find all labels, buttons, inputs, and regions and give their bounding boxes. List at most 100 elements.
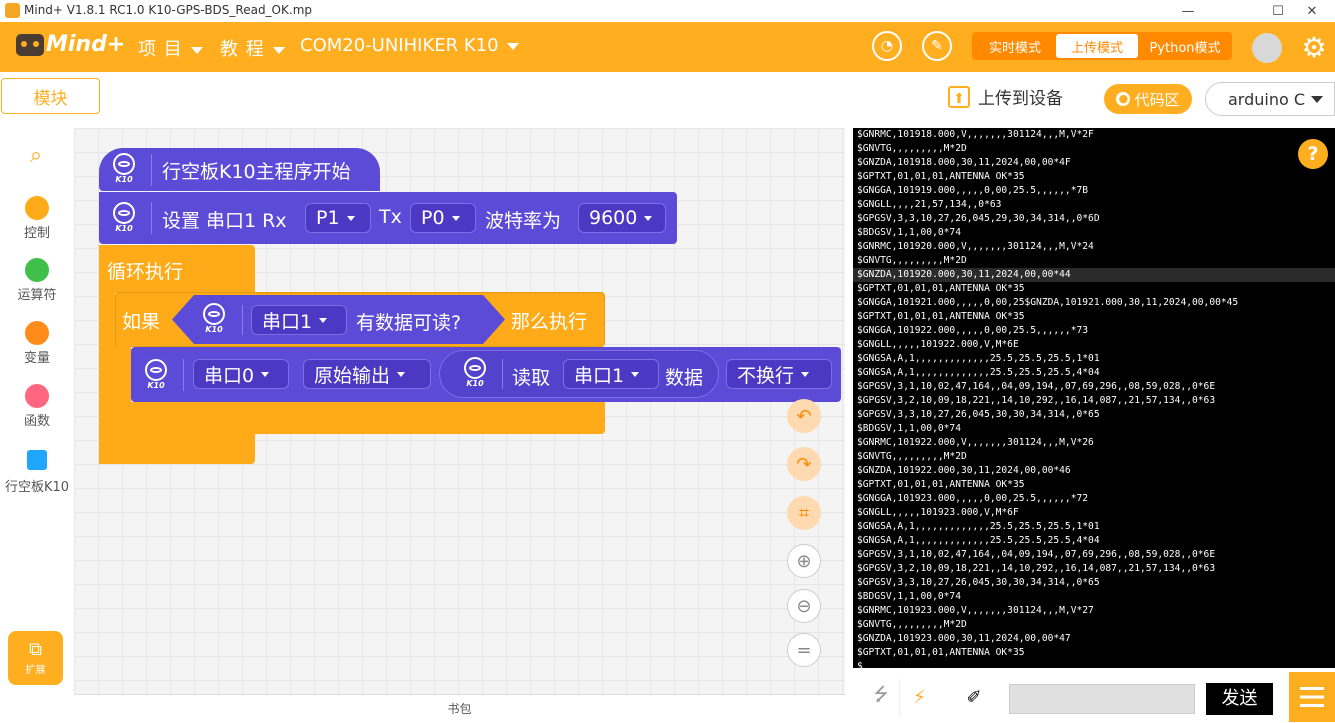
serial-line: $GNRMC,101920.000,V,,,,,,,301124,,,M,V*2… bbox=[857, 241, 1094, 252]
chevron-down-icon bbox=[346, 215, 355, 221]
serial-monitor-output[interactable]: $GNRMC,101918.000,V,,,,,,,301124,,,M,V*2… bbox=[853, 128, 1335, 668]
k10-icon: K10 bbox=[107, 202, 141, 240]
edit-icon[interactable]: ✎ bbox=[922, 31, 952, 61]
main-program-label: 行空板K10主程序开始 bbox=[162, 161, 351, 183]
serial-line: $GNGSA,A,1,,,,,,,,,,,,,25.5,25.5,25.5,1*… bbox=[857, 521, 1100, 532]
chevron-down-icon bbox=[261, 371, 270, 377]
menu-list-icon[interactable] bbox=[1289, 672, 1335, 722]
tx-pin-dropdown[interactable]: P0 bbox=[410, 203, 476, 233]
window-titlebar: Mind+ V1.8.1 RC1.0 K10-GPS-BDS_Read_OK.m… bbox=[0, 0, 1335, 22]
has-data-label: 有数据可读? bbox=[356, 312, 462, 334]
category-sidebar: ⌕ 控制 运算符 变量 函数 行空板K10 ⧉ 扩展 bbox=[0, 128, 75, 722]
serial-read-reporter[interactable]: K10 读取 串口1 数据 bbox=[439, 350, 719, 398]
rx-pin-dropdown[interactable]: P1 bbox=[305, 203, 371, 233]
serial-line: $GNGGA,101922.000,,,,,0,00,25.5,,,,,,*73 bbox=[857, 325, 1089, 336]
tx-label: Tx bbox=[379, 206, 402, 228]
serial-line: $GPGSV,3,1,10,02,47,164,,04,09,194,,07,6… bbox=[857, 381, 1216, 392]
serial-raw-output-block[interactable]: K10 串口0 原始输出 K10 读取 串口1 数据 不换行 bbox=[131, 347, 841, 402]
baud-rate-dropdown[interactable]: 9600 bbox=[578, 203, 666, 233]
blocks-tab[interactable]: 模块 bbox=[1, 78, 100, 114]
serial-line: $GNGSA,A,1,,,,,,,,,,,,,25.5,25.5,25.5,1*… bbox=[857, 353, 1100, 364]
main-program-block[interactable]: K10 行空板K10主程序开始 bbox=[99, 148, 380, 191]
forever-loop-block[interactable]: 循环执行 bbox=[99, 245, 255, 293]
serial-line: $GNRMC,101918.000,V,,,,,,,301124,,,M,V*2… bbox=[857, 129, 1094, 140]
undo-icon[interactable]: ↶ bbox=[787, 399, 821, 433]
code-area-button[interactable]: ● 代码区 bbox=[1104, 84, 1192, 114]
app-icon bbox=[5, 3, 20, 18]
category-operators[interactable]: 运算符 bbox=[0, 258, 74, 303]
top-menu-bar: Mind+ 项 目 教 程 COM20-UNIHIKER K10 ◔ ✎ 实时模… bbox=[0, 22, 1335, 72]
serial-line: $GNRMC,101923.000,V,,,,,,,301124,,,M,V*2… bbox=[857, 605, 1094, 616]
category-functions[interactable]: 函数 bbox=[0, 384, 74, 429]
redo-icon[interactable]: ↷ bbox=[787, 447, 821, 481]
chevron-down-icon bbox=[451, 215, 460, 221]
zoom-reset-icon[interactable]: = bbox=[787, 633, 821, 667]
read-serial-dropdown[interactable]: 串口1 bbox=[563, 359, 659, 389]
loop-label: 循环执行 bbox=[107, 261, 184, 283]
serial-line: $GNGLL,,,,,101923.000,V,M*6F bbox=[857, 507, 1019, 518]
serial-line: $GPTXT,01,01,01,ANTENNA OK*35 bbox=[857, 311, 1025, 322]
usb-disconnect-icon[interactable]: ⚡ bbox=[899, 678, 939, 716]
category-variables[interactable]: 变量 bbox=[0, 321, 74, 366]
serial-line: $ bbox=[857, 661, 863, 668]
zoom-out-icon[interactable]: ⊖ bbox=[787, 589, 821, 623]
serial-line: $GNZDA,101920.000,30,11,2024,00,00*44 bbox=[857, 269, 1071, 280]
user-avatar[interactable] bbox=[1252, 33, 1282, 63]
serial-line: $GPGSV,3,3,10,27,26,045,30,30,34,314,,0*… bbox=[857, 409, 1100, 420]
search-icon[interactable]: ⌕ bbox=[24, 144, 48, 168]
extension-button[interactable]: ⧉ 扩展 bbox=[8, 631, 63, 685]
serial-line: $GNGGA,101921.000,,,,,0,00,25$GNZDA,1019… bbox=[857, 297, 1239, 308]
if-label: 如果 bbox=[122, 311, 161, 333]
mindplus-logo: Mind+ bbox=[16, 32, 125, 57]
dashboard-icon[interactable]: ◔ bbox=[872, 31, 902, 61]
serial-setup-block[interactable]: K10 设置 串口1 Rx P1 Tx P0 波特率为 9600 bbox=[99, 192, 677, 244]
serial-line: $GPTXT,01,01,01,ANTENNA OK*35 bbox=[857, 479, 1025, 490]
send-input[interactable] bbox=[1009, 684, 1195, 714]
clear-output-icon[interactable]: ✐ bbox=[954, 678, 994, 716]
upload-to-device-button[interactable]: ⬆ 上传到设备 bbox=[948, 84, 1063, 109]
robot-icon bbox=[16, 34, 44, 56]
serial-line: $GNRMC,101922.000,V,,,,,,,301124,,,M,V*2… bbox=[857, 437, 1094, 448]
serial-line: $GPGSV,3,1,10,02,47,164,,04,09,194,,07,6… bbox=[857, 549, 1216, 560]
send-button[interactable]: 发送 bbox=[1206, 683, 1273, 715]
category-control[interactable]: 控制 bbox=[0, 196, 74, 241]
zoom-in-icon[interactable]: ⊕ bbox=[787, 544, 821, 578]
language-select[interactable]: arduino C bbox=[1205, 82, 1335, 116]
k10-icon: K10 bbox=[197, 303, 231, 341]
upload-icon: ⬆ bbox=[948, 85, 970, 108]
gear-icon[interactable]: ⚙ bbox=[1298, 32, 1330, 64]
serial-line: $BDGSV,1,1,00,0*74 bbox=[857, 423, 961, 434]
serial-line: $GNZDA,101918.000,30,11,2024,00,00*4F bbox=[857, 157, 1071, 168]
bookbag-bar[interactable]: 书包 bbox=[74, 694, 845, 723]
upload-mode-tab[interactable]: 上传模式 bbox=[1056, 34, 1138, 58]
chip-icon bbox=[27, 450, 47, 470]
output-serial-dropdown[interactable]: 串口0 bbox=[193, 359, 289, 389]
usb-icon[interactable]: ⭍ bbox=[861, 678, 901, 716]
setup-label: 设置 串口1 Rx bbox=[162, 210, 287, 232]
read-label: 读取 bbox=[512, 367, 551, 389]
close-button[interactable]: ✕ bbox=[1289, 0, 1335, 22]
help-icon[interactable]: ? bbox=[1298, 139, 1328, 169]
device-connection-menu[interactable]: COM20-UNIHIKER K10 bbox=[300, 35, 519, 56]
realtime-mode-tab[interactable]: 实时模式 bbox=[976, 34, 1054, 58]
data-label: 数据 bbox=[665, 367, 704, 389]
chevron-down-icon bbox=[801, 371, 810, 377]
condition-serial-dropdown[interactable]: 串口1 bbox=[251, 305, 347, 335]
k10-icon: K10 bbox=[107, 153, 141, 191]
serial-line: $GNGGA,101923.000,,,,,0,00,25.5,,,,,,*72 bbox=[857, 493, 1089, 504]
block-workspace[interactable]: K10 行空板K10主程序开始 K10 设置 串口1 Rx P1 Tx P0 波… bbox=[74, 128, 845, 694]
serial-line: $GNGLL,,,,,101922.000,V,M*6E bbox=[857, 339, 1019, 350]
python-mode-tab[interactable]: Python模式 bbox=[1142, 34, 1228, 58]
chevron-down-icon bbox=[397, 371, 406, 377]
chevron-down-icon bbox=[1311, 95, 1324, 103]
menu-tutorial[interactable]: 教 程 bbox=[220, 35, 285, 61]
toolbar-row: 模块 ⬆ 上传到设备 ● 代码区 arduino C bbox=[0, 72, 1335, 128]
crop-icon[interactable]: ⌗ bbox=[787, 496, 821, 530]
category-k10[interactable]: 行空板K10 bbox=[0, 450, 74, 495]
minimize-button[interactable]: — bbox=[1165, 0, 1211, 22]
newline-dropdown[interactable]: 不换行 bbox=[726, 359, 832, 389]
chevron-down-icon bbox=[272, 46, 285, 54]
menu-project[interactable]: 项 目 bbox=[138, 35, 203, 61]
k10-icon: K10 bbox=[139, 359, 173, 397]
raw-output-dropdown[interactable]: 原始输出 bbox=[303, 359, 431, 389]
